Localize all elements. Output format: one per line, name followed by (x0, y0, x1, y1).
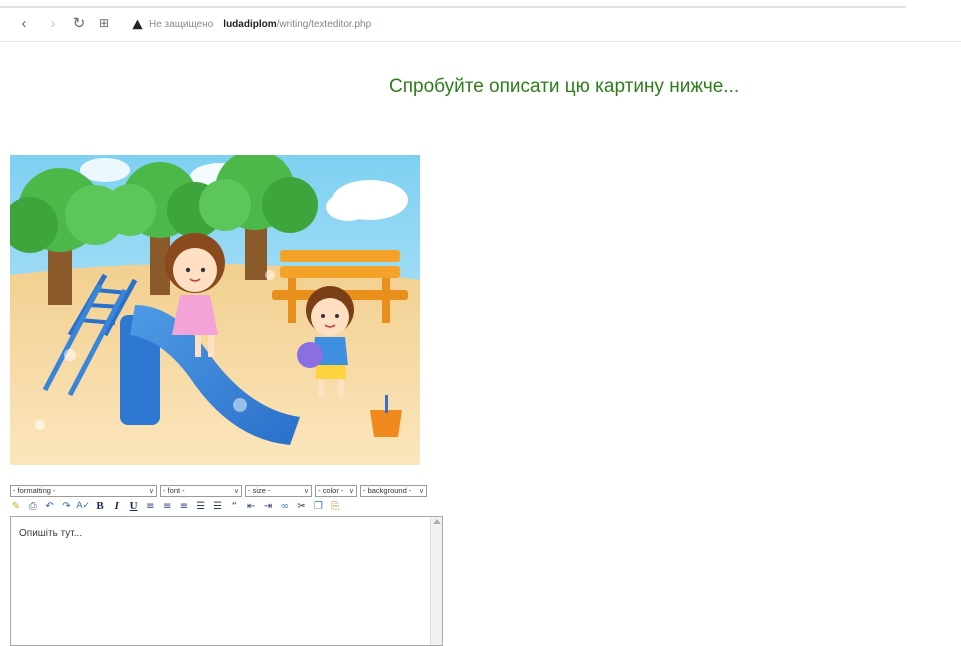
tab-strip-divider (0, 6, 906, 8)
rich-text-editor: - formatting - ∨ - font - ∨ - size - ∨ -… (10, 484, 443, 646)
chevron-down-icon: ∨ (348, 487, 354, 495)
formatting-select[interactable]: - formatting - ∨ (10, 484, 157, 497)
undo-icon[interactable]: ↶ (44, 501, 56, 513)
textarea-content[interactable]: Опишіть тут... (19, 528, 82, 539)
font-select[interactable]: - font - ∨ (160, 484, 242, 497)
forward-arrow-icon[interactable]: › (44, 14, 62, 32)
description-textarea[interactable]: Опишіть тут... (10, 516, 443, 646)
background-select[interactable]: - background - ∨ (360, 484, 427, 497)
background-select-value: - background - (363, 486, 412, 495)
align-right-icon[interactable]: ≡ (178, 501, 190, 513)
ordered-list-icon[interactable]: ☰ (195, 501, 207, 513)
url-path: /writing/texteditor.php (276, 18, 372, 30)
apps-grid-icon[interactable]: ⊞ (95, 14, 113, 32)
blockquote-icon[interactable]: “ (228, 501, 240, 513)
paste-icon[interactable]: ⎘ (329, 501, 341, 513)
brush-icon[interactable]: ✎ (10, 501, 22, 513)
chevron-down-icon: ∨ (233, 487, 239, 495)
editor-toolbar: ✎ ⎙ ↶ ↷ A✓ B I U ≡ ≡ ≡ ☰ ☰ “ ⇤ ⇥ ∞ ✂ ❐ ⎘ (10, 498, 443, 515)
spellcheck-icon[interactable]: A✓ (76, 501, 90, 513)
scroll-up-arrow-icon[interactable] (433, 519, 441, 524)
chevron-down-icon: ∨ (418, 487, 424, 495)
address-bar[interactable]: Не защищено ludadiplom/writing/textedito… (132, 16, 371, 32)
chevron-down-icon: ∨ (303, 487, 309, 495)
link-icon[interactable]: ∞ (279, 501, 291, 513)
textarea-scrollbar[interactable] (430, 517, 442, 645)
underline-icon[interactable]: U (128, 501, 140, 513)
color-select-value: - color - (318, 486, 344, 495)
editor-select-row: - formatting - ∨ - font - ∨ - size - ∨ -… (10, 484, 443, 497)
url-host: ludadiplom (223, 18, 277, 30)
size-select-value: - size - (248, 486, 271, 495)
outdent-icon[interactable]: ⇤ (245, 501, 257, 513)
font-select-value: - font - (163, 486, 185, 495)
printer-icon[interactable]: ⎙ (27, 501, 39, 513)
align-left-icon[interactable]: ≡ (144, 501, 156, 513)
page-title: Спробуйте описати цю картину нижче... (389, 76, 740, 97)
playground-illustration (10, 155, 420, 465)
browser-toolbar: ‹ › ↻ ⊞ Не защищено ludadiplom/writing/t… (0, 0, 961, 42)
security-status-label[interactable]: Не защищено (149, 19, 213, 30)
unordered-list-icon[interactable]: ☰ (212, 501, 224, 513)
align-center-icon[interactable]: ≡ (161, 501, 173, 513)
italic-icon[interactable]: I (111, 501, 123, 513)
cut-icon[interactable]: ✂ (296, 501, 308, 513)
warning-icon[interactable] (132, 18, 143, 30)
formatting-select-value: - formatting - (13, 486, 56, 495)
chevron-down-icon: ∨ (148, 487, 154, 495)
back-arrow-icon[interactable]: ‹ (15, 14, 33, 32)
color-select[interactable]: - color - ∨ (315, 484, 357, 497)
reload-icon[interactable]: ↻ (70, 14, 88, 32)
size-select[interactable]: - size - ∨ (245, 484, 312, 497)
redo-icon[interactable]: ↷ (60, 501, 72, 513)
bold-icon[interactable]: B (94, 501, 106, 513)
toolbar-divider (0, 41, 961, 42)
copy-icon[interactable]: ❐ (312, 501, 324, 513)
indent-icon[interactable]: ⇥ (262, 501, 274, 513)
